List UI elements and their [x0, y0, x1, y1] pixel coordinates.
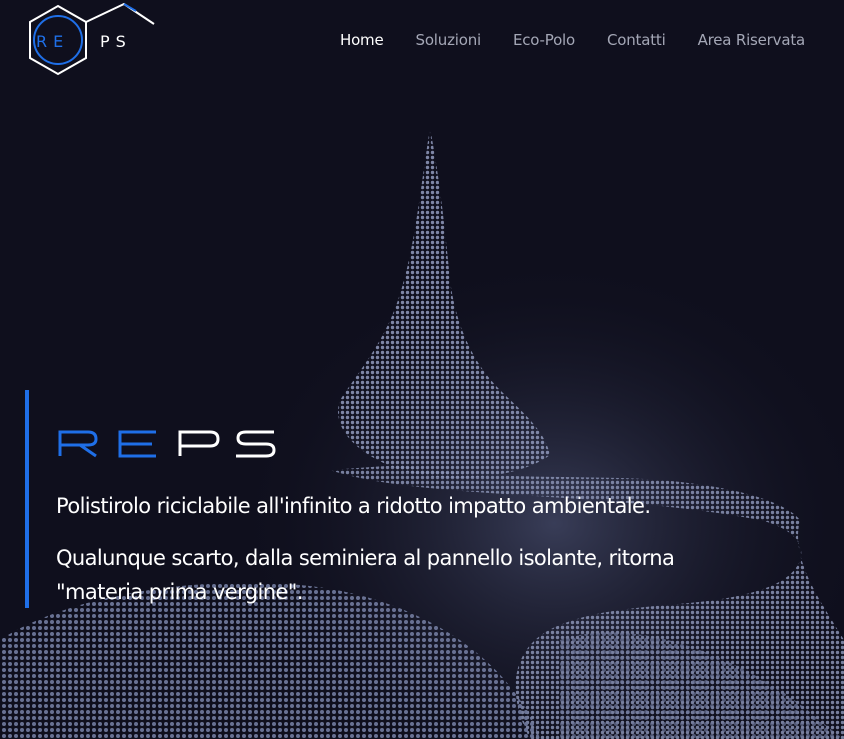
reps-logo[interactable]: RE PS [20, 2, 160, 80]
hero-description: Qualunque scarto, dalla seminiera al pan… [56, 546, 675, 604]
svg-text:PS: PS [100, 32, 132, 51]
main-nav: Home Soluzioni Eco-Polo Contatti Area Ri… [340, 31, 805, 49]
nav-contatti[interactable]: Contatti [607, 31, 666, 49]
hero-section: Polistirolo riciclabile all'infinito a r… [25, 390, 705, 608]
reps-wordmark-logo [58, 430, 276, 458]
site-header: RE PS Home Soluzioni Eco-Polo Contatti A… [0, 0, 844, 84]
nav-home[interactable]: Home [340, 31, 384, 49]
page: RE PS Home Soluzioni Eco-Polo Contatti A… [0, 0, 844, 739]
nav-area-riservata[interactable]: Area Riservata [698, 31, 806, 49]
hero-tagline: Polistirolo riciclabile all'infinito a r… [56, 494, 651, 518]
particle-background-image [0, 0, 844, 739]
hero-wordmark [58, 430, 318, 458]
hero-accent-bar [25, 390, 29, 608]
svg-text:RE: RE [36, 32, 69, 51]
nav-eco-polo[interactable]: Eco-Polo [513, 31, 575, 49]
nav-soluzioni[interactable]: Soluzioni [416, 31, 482, 49]
reps-logo-icon: RE PS [29, 2, 155, 76]
